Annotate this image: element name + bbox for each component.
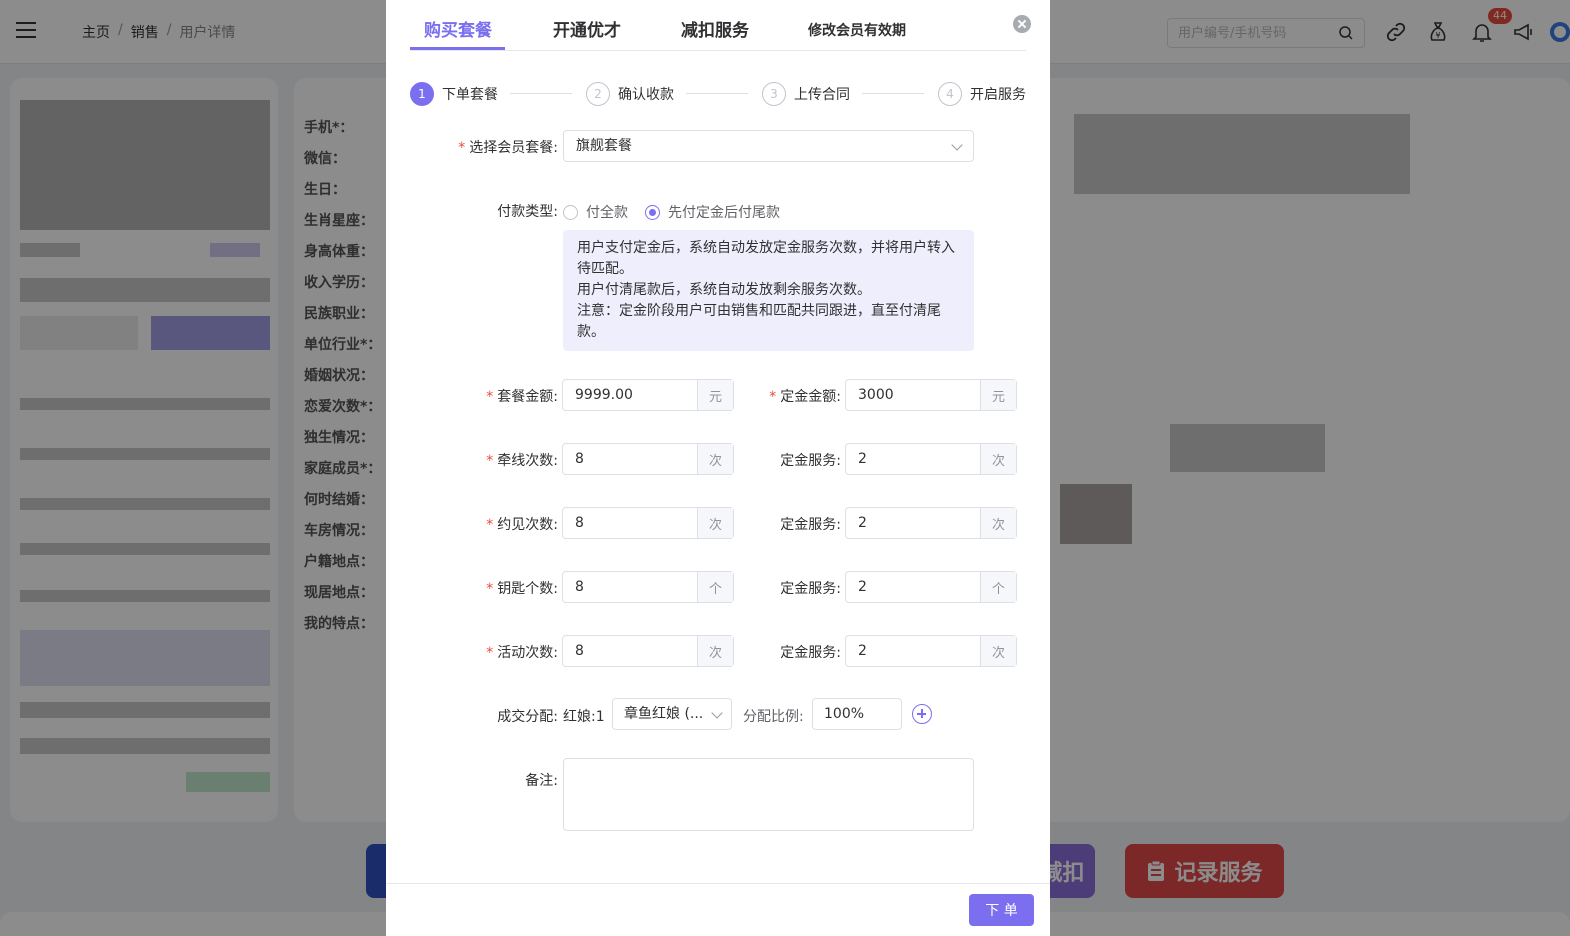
tab-deduct-service[interactable]: 减扣服务 <box>681 16 749 41</box>
keys-count-label: * 钥匙个数: <box>486 581 558 597</box>
step-label: 确认收款 <box>618 87 674 103</box>
step-connector <box>510 93 572 94</box>
matches-deposit-input[interactable] <box>846 444 980 474</box>
deposit-amount-input[interactable] <box>846 380 980 410</box>
keys-count-input[interactable] <box>563 572 697 602</box>
events-deposit-field[interactable]: 次 <box>845 635 1017 667</box>
deposit-amount-label: * 定金金额: <box>769 389 841 405</box>
step-2: 2 确认收款 <box>586 82 674 106</box>
unit-label: 次 <box>980 636 1016 666</box>
notice-line: 用户支付定金后，系统自动发放定金服务次数，并将用户转入待匹配。 <box>577 240 955 277</box>
step-label: 下单套餐 <box>442 87 498 103</box>
meetings-count-input[interactable] <box>563 508 697 538</box>
step-connector <box>686 93 748 94</box>
radio-full-payment[interactable]: 付全款 <box>563 202 628 222</box>
notice-line: 用户付清尾款后，系统自动发放剩余服务次数。 <box>577 282 871 298</box>
radio-circle-checked <box>645 204 660 220</box>
keys-deposit-field[interactable]: 个 <box>845 571 1017 603</box>
tab-open-premium[interactable]: 开通优才 <box>553 16 621 41</box>
unit-label: 次 <box>980 508 1016 538</box>
events-count-input[interactable] <box>563 636 697 666</box>
events-deposit-input[interactable] <box>846 636 980 666</box>
matches-count-label: * 牵线次数: <box>486 453 558 469</box>
active-tab-indicator <box>410 47 505 50</box>
step-3: 3 上传合同 <box>762 82 850 106</box>
radio-label: 先付定金后付尾款 <box>668 205 780 221</box>
remark-label: 备注: <box>525 773 558 789</box>
unit-label: 次 <box>697 636 733 666</box>
modal-tabs: 购买套餐 开通优才 减扣服务 修改会员有效期 <box>410 0 1026 51</box>
step-indicator: 1 下单套餐 2 确认收款 3 上传合同 4 开启服务 <box>410 82 1030 106</box>
package-amount-field[interactable]: 元 <box>562 379 734 411</box>
payment-type-label: 付款类型: <box>497 204 558 220</box>
matchmaker-select-value: 章鱼红娘 (... <box>624 706 704 722</box>
step-number: 2 <box>586 82 610 106</box>
close-icon[interactable] <box>1013 15 1031 33</box>
matches-deposit-field[interactable]: 次 <box>845 443 1017 475</box>
unit-label: 次 <box>980 444 1016 474</box>
package-select[interactable]: 旗舰套餐 <box>563 130 974 162</box>
matches-count-field[interactable]: 次 <box>562 443 734 475</box>
step-label: 上传合同 <box>794 87 850 103</box>
unit-label: 次 <box>697 508 733 538</box>
deposit-service-label: 定金服务: <box>780 453 841 469</box>
deposit-service-label: 定金服务: <box>780 517 841 533</box>
unit-label: 个 <box>697 572 733 602</box>
purchase-package-modal: 购买套餐 开通优才 减扣服务 修改会员有效期 1 下单套餐 2 确认收款 3 上… <box>386 0 1050 936</box>
chevron-down-icon <box>951 139 963 151</box>
allocation-label: 成交分配: <box>497 709 558 725</box>
deposit-service-label: 定金服务: <box>780 645 841 661</box>
unit-label: 元 <box>980 380 1016 410</box>
add-allocation-icon[interactable] <box>912 704 932 724</box>
submit-order-button[interactable]: 下 单 <box>969 894 1034 926</box>
step-number: 4 <box>938 82 962 106</box>
unit-label: 次 <box>697 444 733 474</box>
keys-deposit-input[interactable] <box>846 572 980 602</box>
step-connector <box>862 93 924 94</box>
chevron-down-icon <box>711 707 723 719</box>
step-number: 3 <box>762 82 786 106</box>
deposit-amount-field[interactable]: 元 <box>845 379 1017 411</box>
step-1: 1 下单套餐 <box>410 82 498 106</box>
package-label: * 选择会员套餐: <box>458 140 558 156</box>
matches-count-input[interactable] <box>563 444 697 474</box>
deposit-service-label: 定金服务: <box>780 581 841 597</box>
meetings-deposit-field[interactable]: 次 <box>845 507 1017 539</box>
ratio-label: 分配比例: <box>743 709 804 725</box>
tab-buy-package[interactable]: 购买套餐 <box>424 16 492 41</box>
payment-notice: 用户支付定金后，系统自动发放定金服务次数，并将用户转入待匹配。 用户付清尾款后，… <box>563 230 974 351</box>
tab-modify-validity[interactable]: 修改会员有效期 <box>808 20 906 40</box>
notice-line: 注意：定金阶段用户可由销售和匹配共同跟进，直至付清尾款。 <box>577 303 941 340</box>
unit-label: 元 <box>697 380 733 410</box>
radio-circle <box>563 204 578 220</box>
meetings-count-field[interactable]: 次 <box>562 507 734 539</box>
remark-textarea[interactable] <box>563 758 974 831</box>
meetings-deposit-input[interactable] <box>846 508 980 538</box>
events-count-field[interactable]: 次 <box>562 635 734 667</box>
radio-deposit-payment[interactable]: 先付定金后付尾款 <box>645 202 780 222</box>
meetings-count-label: * 约见次数: <box>486 517 558 533</box>
package-select-value: 旗舰套餐 <box>576 138 632 154</box>
allocation-role: 红娘:1 <box>563 709 605 725</box>
step-4: 4 开启服务 <box>938 82 1026 106</box>
matchmaker-select[interactable]: 章鱼红娘 (... <box>612 698 732 730</box>
step-number: 1 <box>410 82 434 106</box>
ratio-input[interactable] <box>813 699 899 729</box>
package-amount-label: * 套餐金额: <box>486 389 558 405</box>
events-count-label: * 活动次数: <box>486 645 558 661</box>
package-amount-input[interactable] <box>563 380 697 410</box>
ratio-field[interactable] <box>812 698 902 730</box>
keys-count-field[interactable]: 个 <box>562 571 734 603</box>
modal-footer-divider <box>386 883 1050 884</box>
radio-label: 付全款 <box>586 205 628 221</box>
unit-label: 个 <box>980 572 1016 602</box>
step-label: 开启服务 <box>970 87 1026 103</box>
